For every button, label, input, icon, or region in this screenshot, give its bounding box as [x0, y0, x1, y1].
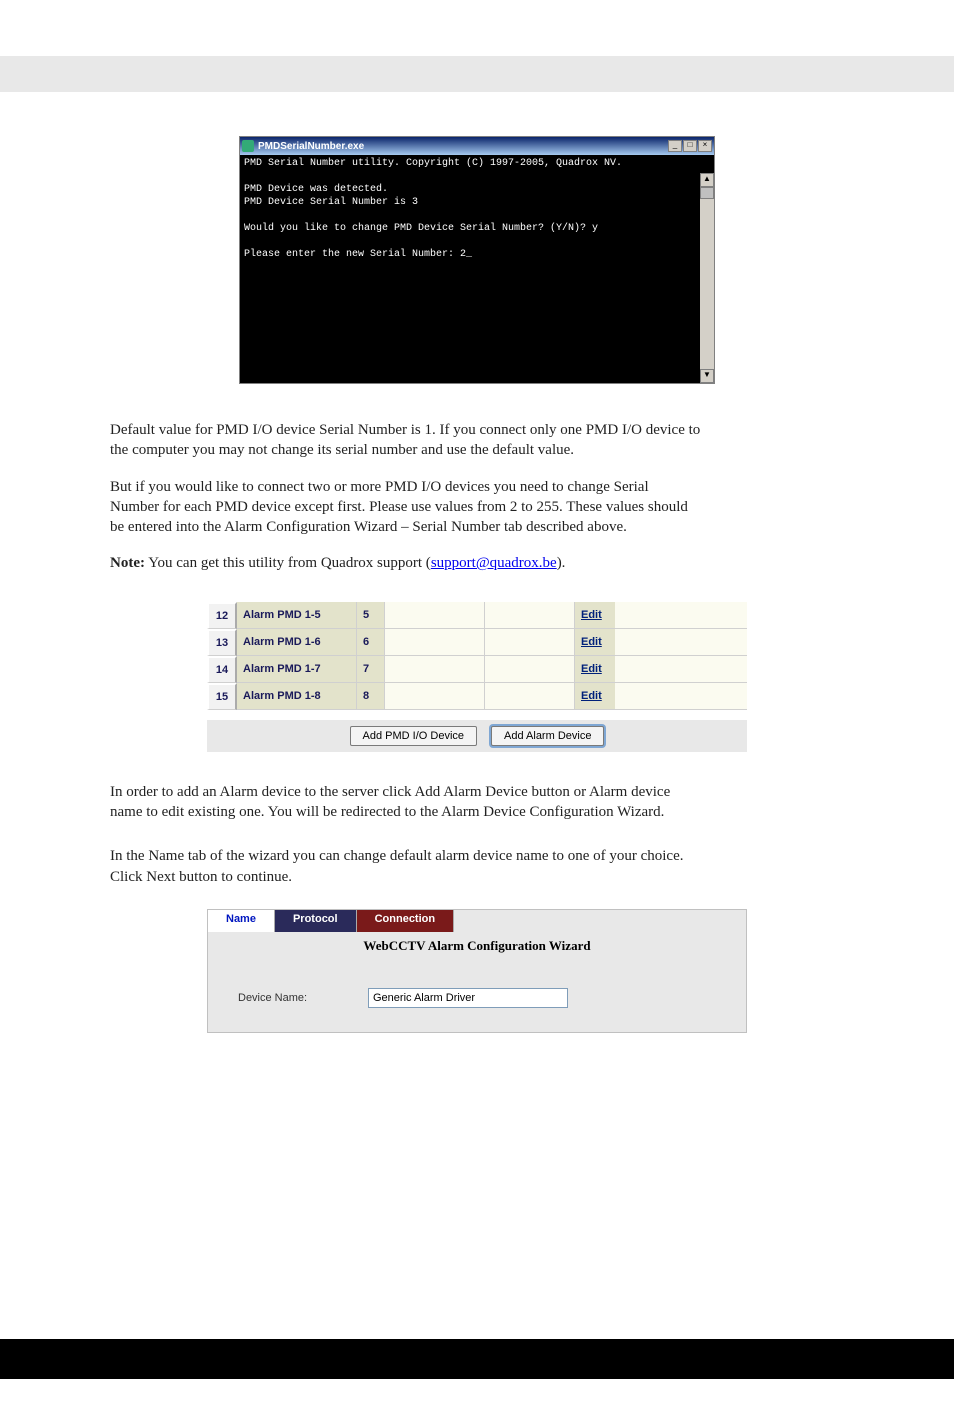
add-alarm-device-button[interactable]: Add Alarm Device — [491, 726, 604, 746]
window-title: PMDSerialNumber.exe — [258, 141, 668, 152]
empty-cell — [615, 683, 747, 710]
device-name-label: Device Name: — [238, 992, 368, 1004]
table-row: 12Alarm PMD 1-55 Edit — [207, 602, 747, 629]
header-bar — [0, 56, 954, 92]
empty-cell — [485, 656, 575, 683]
body-paragraph-1: Default value for PMD I/O device Serial … — [110, 420, 844, 574]
empty-cell — [485, 602, 575, 629]
wizard-title: WebCCTV Alarm Configuration Wizard — [208, 938, 746, 954]
alarm-name: Alarm PMD 1-7 — [237, 656, 357, 683]
terminal-output: PMD Serial Number utility. Copyright (C)… — [240, 155, 714, 383]
pmd-alarm-table: 12Alarm PMD 1-55 Edit 13Alarm PMD 1-66 Edit… — [207, 602, 747, 710]
empty-cell — [485, 629, 575, 656]
terminal-window: PMDSerialNumber.exe _ □ × PMD Serial Num… — [239, 136, 715, 384]
alarm-config-wizard: Name Protocol Connection WebCCTV Alarm C… — [207, 909, 747, 1033]
pmd-table-wrapper: 12Alarm PMD 1-55 Edit 13Alarm PMD 1-66 Edit… — [110, 602, 844, 752]
edit-link[interactable]: Edit — [581, 609, 602, 621]
empty-cell — [615, 656, 747, 683]
device-name-input[interactable] — [368, 988, 568, 1008]
empty-cell — [385, 602, 485, 629]
alarm-name: Alarm PMD 1-5 — [237, 602, 357, 629]
row-index: 13 — [207, 629, 237, 656]
scroll-down-icon[interactable]: ▼ — [700, 369, 714, 383]
table-row: 15Alarm PMD 1-88 Edit — [207, 683, 747, 710]
minimize-button[interactable]: _ — [668, 140, 682, 152]
tab-protocol[interactable]: Protocol — [275, 910, 357, 932]
maximize-button[interactable]: □ — [683, 140, 697, 152]
alarm-number: 8 — [357, 683, 385, 710]
empty-cell — [485, 683, 575, 710]
body-paragraph-2: In order to add an Alarm device to the s… — [110, 782, 844, 887]
table-row: 13Alarm PMD 1-66 Edit — [207, 629, 747, 656]
row-index: 15 — [207, 683, 237, 710]
scrollbar[interactable]: ▲ ▼ — [700, 173, 714, 383]
empty-cell — [615, 602, 747, 629]
empty-cell — [385, 629, 485, 656]
title-bar: PMDSerialNumber.exe _ □ × — [240, 137, 714, 155]
edit-link[interactable]: Edit — [581, 690, 602, 702]
tab-name[interactable]: Name — [208, 910, 275, 932]
alarm-number: 5 — [357, 602, 385, 629]
note-label: Note: — [110, 555, 145, 571]
edit-link[interactable]: Edit — [581, 636, 602, 648]
empty-cell — [615, 629, 747, 656]
footer-bar — [0, 1339, 954, 1379]
edit-link[interactable]: Edit — [581, 663, 602, 675]
tab-connection[interactable]: Connection — [357, 910, 455, 932]
scroll-thumb[interactable] — [700, 187, 714, 199]
add-pmd-device-button[interactable]: Add PMD I/O Device — [350, 726, 477, 746]
empty-cell — [385, 656, 485, 683]
alarm-number: 7 — [357, 656, 385, 683]
support-email-link[interactable]: support@quadrox.be — [431, 555, 557, 571]
row-index: 12 — [207, 602, 237, 629]
app-icon — [242, 140, 254, 152]
table-row: 14Alarm PMD 1-77 Edit — [207, 656, 747, 683]
alarm-name: Alarm PMD 1-8 — [237, 683, 357, 710]
alarm-name: Alarm PMD 1-6 — [237, 629, 357, 656]
alarm-number: 6 — [357, 629, 385, 656]
close-button[interactable]: × — [698, 140, 712, 152]
row-index: 14 — [207, 656, 237, 683]
empty-cell — [385, 683, 485, 710]
scroll-up-icon[interactable]: ▲ — [700, 173, 714, 187]
